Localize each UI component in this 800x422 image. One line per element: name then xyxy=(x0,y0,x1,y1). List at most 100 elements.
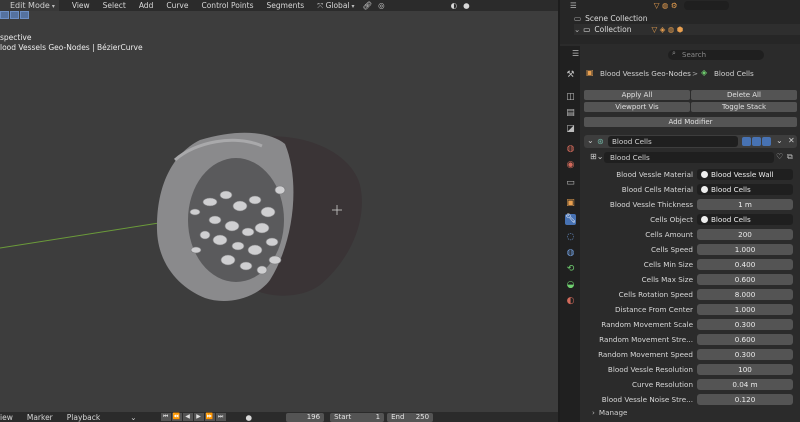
blood-vessel-render[interactable] xyxy=(0,120,558,320)
material-icon xyxy=(701,186,708,193)
delete-all-button[interactable]: Delete All xyxy=(691,90,797,100)
duplicate-icon[interactable]: ⧉ xyxy=(787,152,793,162)
chevron-down-icon[interactable]: ⌄ xyxy=(130,413,136,422)
outliner-item-collection[interactable]: ⌄ ▭ Collection ▽ ◈ ◍ ⬢ xyxy=(574,24,800,35)
number-field[interactable]: 1.000 xyxy=(697,304,793,315)
input-value: Blood Vessle Wall xyxy=(711,170,774,179)
editor-type-icon[interactable]: ☰ xyxy=(570,0,577,11)
render-tab-icon[interactable]: ◫ xyxy=(565,92,576,103)
output-tab-icon[interactable]: ▤ xyxy=(565,108,576,119)
jump-start-icon[interactable]: ⏮ xyxy=(160,413,171,421)
overlays-icon[interactable]: ◐ xyxy=(451,1,458,10)
dropdown-arrow-icon[interactable]: ⌄ xyxy=(776,136,783,145)
shading-icon[interactable]: ● xyxy=(463,1,470,10)
collection-tab-icon[interactable]: ▭ xyxy=(565,178,576,189)
input-value: 0.04 m xyxy=(732,380,758,389)
input-row: Blood Vessle Thickness 1 m xyxy=(580,198,800,211)
number-field[interactable]: 0.300 xyxy=(697,349,793,360)
apply-all-button[interactable]: Apply All xyxy=(584,90,690,100)
3d-viewport[interactable]: Edit Mode ▾ View Select Add Curve Control… xyxy=(0,0,558,422)
number-field[interactable]: 1 m xyxy=(697,199,793,210)
jump-end-icon[interactable]: ⏭ xyxy=(215,413,226,421)
keying-icon[interactable]: ● xyxy=(246,413,253,422)
snap-icon[interactable]: 🔗︎ xyxy=(363,1,373,10)
chevron-down-icon[interactable]: ⌄ xyxy=(574,24,580,35)
menu-timeline-view[interactable]: iew xyxy=(0,413,13,422)
input-row: Cells Object Blood Cells xyxy=(580,213,800,226)
breadcrumb-separator: > xyxy=(692,69,699,78)
data-tab-icon[interactable]: ◒ xyxy=(565,280,576,291)
number-field[interactable]: 0.400 xyxy=(697,259,793,270)
scene-tab-icon[interactable]: ◍ xyxy=(565,144,576,155)
menu-select[interactable]: Select xyxy=(103,1,126,10)
data-block-field[interactable]: Blood Vessle Wall xyxy=(697,169,793,180)
transform-orientation[interactable]: ⤧ Global ▾ xyxy=(317,1,354,11)
editor-type-icon[interactable]: ☰ xyxy=(572,49,579,58)
particles-tab-icon[interactable]: ◌ xyxy=(565,232,576,243)
menu-view[interactable]: View xyxy=(72,1,90,10)
proportional-edit-icon[interactable]: ◎ xyxy=(378,1,385,10)
number-field[interactable]: 0.04 m xyxy=(697,379,793,390)
tool-tab-icon[interactable]: ⚒ xyxy=(565,70,576,81)
properties-search-input[interactable]: ⌕ Search xyxy=(668,49,764,60)
menu-add[interactable]: Add xyxy=(139,1,154,10)
menu-curve[interactable]: Curve xyxy=(166,1,188,10)
chevron-down-icon[interactable]: ⌄ xyxy=(587,136,594,145)
input-value: 0.600 xyxy=(734,275,756,284)
input-row: Blood Vessle Noise Stre... 0.120 xyxy=(580,393,800,406)
select-subtract-button[interactable] xyxy=(20,11,29,19)
number-field[interactable]: 200 xyxy=(697,229,793,240)
render-toggle-icon[interactable] xyxy=(762,137,771,146)
manage-subpanel[interactable]: › Manage xyxy=(592,407,627,418)
input-value: 1 m xyxy=(738,200,752,209)
physics-tab-icon[interactable]: ◍ xyxy=(565,248,576,259)
constraints-tab-icon[interactable]: ⟲ xyxy=(565,264,576,275)
data-block-field[interactable]: Blood Cells xyxy=(697,214,793,225)
add-modifier-button[interactable]: Add Modifier xyxy=(584,117,797,127)
material-tab-icon[interactable]: ◐ xyxy=(565,296,576,307)
toggle-stack-button[interactable]: Toggle Stack xyxy=(691,102,797,112)
input-row: Random Movement Speed 0.300 xyxy=(580,348,800,361)
play-reverse-icon[interactable]: ◀ xyxy=(182,413,193,421)
outliner-item-scene-collection[interactable]: ▭ Scene Collection xyxy=(574,13,647,24)
play-icon[interactable]: ▶ xyxy=(193,413,204,421)
modifier-name-field[interactable]: Blood Cells xyxy=(608,136,738,147)
data-block-field[interactable]: Blood Cells xyxy=(697,184,793,195)
menu-marker[interactable]: Marker xyxy=(27,413,53,422)
select-box-button[interactable] xyxy=(0,11,9,19)
number-field[interactable]: 8.000 xyxy=(697,289,793,300)
apply-all-label: Apply All xyxy=(621,91,653,99)
view-layer-tab-icon[interactable]: ◪ xyxy=(565,124,576,135)
start-frame-field[interactable]: Start 1 xyxy=(330,412,385,422)
number-field[interactable]: 0.600 xyxy=(697,274,793,285)
node-group-name: Blood Cells xyxy=(610,153,650,162)
end-frame-field[interactable]: End 250 xyxy=(387,412,434,422)
vessel-opening xyxy=(188,158,284,282)
number-field[interactable]: 100 xyxy=(697,364,793,375)
toggle-stack-label: Toggle Stack xyxy=(721,103,767,111)
menu-control-points[interactable]: Control Points xyxy=(201,1,253,10)
node-group-field[interactable]: Blood Cells xyxy=(604,152,774,163)
number-field[interactable]: 0.300 xyxy=(697,319,793,330)
mode-selector[interactable]: Edit Mode ▾ xyxy=(0,0,59,11)
input-label: Random Movement Scale xyxy=(601,320,693,329)
number-field[interactable]: 0.120 xyxy=(697,394,793,405)
menu-playback[interactable]: Playback xyxy=(67,413,100,422)
object-tab-icon[interactable]: ▣ xyxy=(565,198,576,209)
viewport-vis-button[interactable]: Viewport Vis xyxy=(584,102,690,112)
step-forward-icon[interactable]: ⏩ xyxy=(204,413,215,421)
menu-segments[interactable]: Segments xyxy=(267,1,305,10)
search-placeholder: Search xyxy=(682,51,707,59)
close-icon[interactable]: ✕ xyxy=(788,136,795,145)
number-field[interactable]: 1.000 xyxy=(697,244,793,255)
step-back-icon[interactable]: ⏪ xyxy=(171,413,182,421)
edit-mode-toggle-icon[interactable] xyxy=(742,137,751,146)
number-field[interactable]: 0.600 xyxy=(697,334,793,345)
search-field[interactable] xyxy=(683,1,729,10)
world-tab-icon[interactable]: ◉ xyxy=(565,160,576,171)
fake-user-icon[interactable]: ♡ xyxy=(776,152,783,161)
select-extend-button[interactable] xyxy=(10,11,19,19)
modifier-tab-icon[interactable]: 🔧︎ xyxy=(565,214,576,225)
viewport-toggle-icon[interactable] xyxy=(752,137,761,146)
current-frame-field[interactable]: 196 xyxy=(286,412,325,422)
